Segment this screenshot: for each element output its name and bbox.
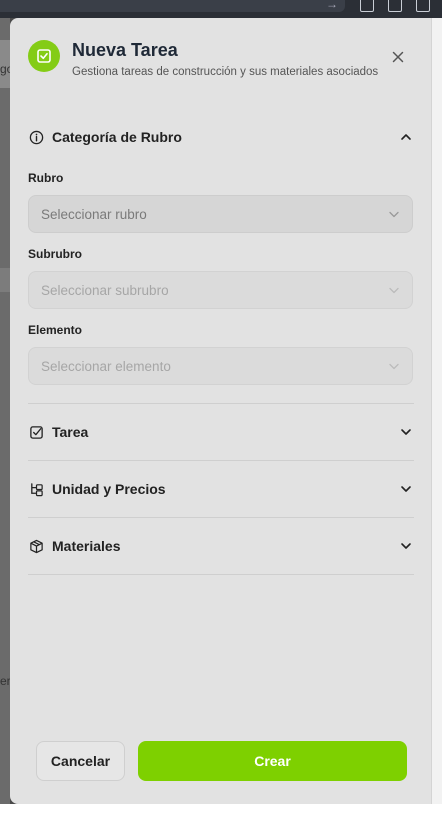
background-bottom-edge: [0, 804, 442, 814]
elemento-select[interactable]: Seleccionar elemento: [28, 347, 413, 385]
elemento-label: Elemento: [28, 323, 83, 337]
close-button[interactable]: [389, 48, 407, 66]
close-icon: [392, 51, 404, 63]
monitor-icon: [360, 0, 374, 12]
section-category-label: Categoría de Rubro: [52, 129, 182, 145]
package-icon: [28, 538, 44, 554]
background-left-column: go er: [0, 18, 13, 804]
background-right-edge: [431, 18, 442, 804]
arrow-right-icon: →: [326, 0, 338, 11]
create-button[interactable]: Crear: [138, 741, 407, 781]
chevron-down-icon: [398, 481, 414, 497]
rubro-select[interactable]: Seleccionar rubro: [28, 195, 413, 233]
subrubro-label: Subrubro: [28, 247, 82, 261]
section-materiales-header[interactable]: Materiales: [28, 518, 414, 575]
tree-structure-icon: [28, 481, 44, 497]
section-tarea-header[interactable]: Tarea: [28, 404, 414, 461]
chevron-down-icon: [398, 424, 414, 440]
checkbox-icon: [28, 424, 44, 440]
section-unidad-header[interactable]: Unidad y Precios: [28, 461, 414, 518]
rubro-placeholder: Seleccionar rubro: [41, 206, 147, 222]
dialog-footer: Cancelar Crear: [36, 741, 408, 781]
chevron-down-icon: [389, 287, 399, 294]
info-icon: [28, 129, 44, 145]
wrench-icon: [388, 0, 402, 12]
checkbox-icon: [28, 40, 60, 72]
panel-header: Nueva Tarea Gestiona tareas de construcc…: [28, 40, 417, 100]
page-subtitle: Gestiona tareas de construcción y sus ma…: [72, 66, 379, 78]
new-task-panel: Nueva Tarea Gestiona tareas de construcc…: [10, 18, 431, 804]
section-category-header[interactable]: Categoría de Rubro: [28, 109, 414, 165]
section-tarea-label: Tarea: [52, 424, 89, 440]
chevron-up-icon: [398, 129, 414, 145]
chevron-down-icon: [398, 538, 414, 554]
section-materiales-label: Materiales: [52, 538, 121, 554]
background-top-bar: →: [0, 0, 442, 18]
elemento-placeholder: Seleccionar elemento: [41, 358, 171, 374]
subrubro-select[interactable]: Seleccionar subrubro: [28, 271, 413, 309]
chevron-down-icon: [389, 363, 399, 370]
background-search-bar: [0, 0, 345, 12]
share-icon: [416, 0, 430, 12]
section-unidad-label: Unidad y Precios: [52, 481, 166, 497]
subrubro-placeholder: Seleccionar subrubro: [41, 282, 169, 298]
cancel-button[interactable]: Cancelar: [36, 741, 125, 781]
background-toolbar: [360, 0, 430, 12]
chevron-down-icon: [389, 211, 399, 218]
background-card: [0, 268, 10, 292]
page-title: Nueva Tarea: [72, 40, 178, 60]
rubro-label: Rubro: [28, 171, 64, 185]
